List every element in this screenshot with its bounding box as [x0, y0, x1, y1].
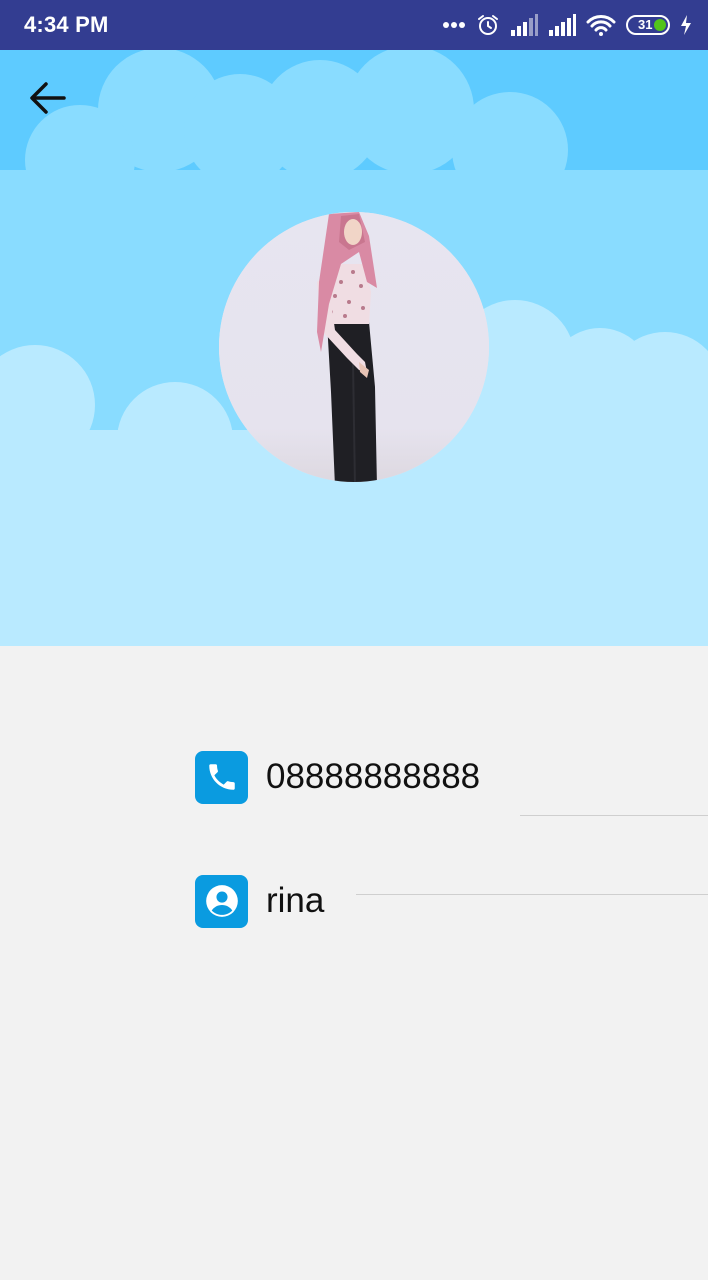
signal-icon: [548, 14, 576, 36]
name-row[interactable]: rina: [195, 874, 324, 928]
divider: [520, 815, 708, 816]
profile-photo: [219, 212, 489, 482]
phone-icon: [195, 750, 248, 804]
arrow-back-icon: [30, 82, 66, 114]
account-circle-icon: [195, 874, 248, 928]
status-bar: 4:34 PM 31: [0, 0, 708, 50]
charging-icon: [680, 15, 692, 35]
battery-icon: 31: [626, 15, 670, 35]
signal-icon: [510, 14, 538, 36]
battery-fill: [654, 19, 666, 31]
phone-number: 08888888888: [266, 757, 481, 796]
status-icons: 31: [442, 10, 692, 40]
status-time: 4:34 PM: [24, 12, 109, 37]
back-button[interactable]: [24, 76, 72, 120]
more-dots-icon: [442, 21, 466, 29]
battery-level: 31: [638, 17, 653, 32]
profile-header: [0, 50, 708, 646]
phone-row[interactable]: 08888888888: [195, 750, 480, 804]
divider: [356, 894, 708, 895]
wifi-icon: [586, 14, 616, 36]
contact-name: rina: [266, 881, 325, 920]
avatar[interactable]: [219, 212, 489, 482]
alarm-icon: [476, 13, 500, 37]
